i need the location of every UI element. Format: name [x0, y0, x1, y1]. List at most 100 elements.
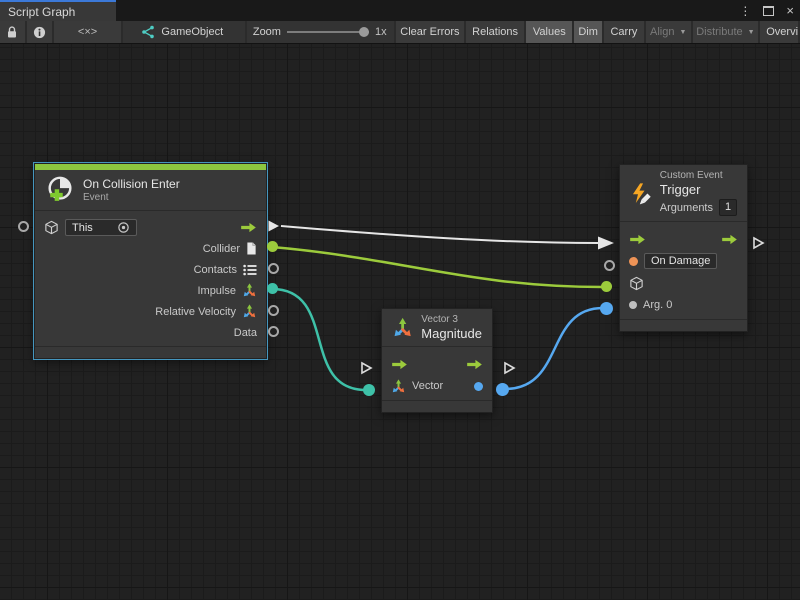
impulse-output-port[interactable] — [267, 283, 278, 294]
flow-row — [382, 353, 492, 375]
info-icon — [33, 26, 46, 39]
node-title: On Collision Enter — [83, 177, 180, 191]
close-icon[interactable]: × — [786, 4, 794, 17]
overview-label: Overvi — [766, 26, 798, 38]
flow-output-arrow-icon — [240, 222, 257, 233]
node-magnitude[interactable]: Vector 3 Magnitude Vector — [381, 308, 493, 413]
zoom-value: 1x — [375, 26, 387, 38]
wire-collider-to-target — [272, 247, 603, 287]
vector-input-port-connected[interactable] — [363, 384, 375, 396]
relative-velocity-output-port[interactable] — [268, 305, 279, 316]
magnitude-flow-output-port[interactable] — [503, 361, 516, 375]
tab-script-graph[interactable]: Script Graph — [0, 0, 116, 21]
event-name-input-port[interactable] — [604, 260, 615, 271]
event-name-value: On Damage — [651, 255, 710, 267]
flow-output-port-connected[interactable] — [267, 219, 280, 233]
collision-event-icon — [45, 175, 75, 205]
graph-target-button[interactable]: GameObject — [123, 21, 244, 43]
carry-toggle[interactable]: Carry — [604, 21, 644, 43]
trigger-flow-output-port[interactable] — [752, 236, 765, 250]
zoom-control: Zoom 1x — [247, 21, 394, 43]
event-name-row: On Damage — [620, 250, 747, 272]
target-object-field[interactable]: This — [65, 219, 137, 236]
node-body: Vector — [382, 347, 492, 400]
arg0-input-port-connected[interactable] — [600, 302, 613, 315]
arg0-row: Arg. 0 — [620, 294, 747, 316]
edit-code-button[interactable]: <×> — [54, 21, 122, 43]
port-label: Relative Velocity — [155, 306, 236, 318]
arguments-label: Arguments — [660, 202, 713, 214]
collider-output-port[interactable] — [267, 241, 278, 252]
flow-output-arrow-icon — [466, 359, 483, 370]
document-icon — [246, 242, 257, 255]
node-footer — [382, 400, 492, 412]
vector-input-row: Vector — [382, 375, 492, 397]
magnitude-output-port-connected[interactable] — [496, 383, 509, 396]
node-header: Custom Event Trigger Arguments 1 — [620, 165, 747, 222]
info-button[interactable] — [27, 21, 52, 43]
vector3-icon — [242, 304, 257, 319]
values-toggle[interactable]: Values — [526, 21, 572, 43]
output-row-collider: Collider — [35, 238, 266, 259]
relations-button[interactable]: Relations — [466, 21, 525, 43]
output-row-impulse: Impulse — [35, 280, 266, 301]
node-header: On Collision Enter Event — [35, 170, 266, 211]
gameobject-graph-icon — [141, 25, 155, 39]
event-target-input-port-connected[interactable] — [601, 281, 612, 292]
node-footer — [35, 346, 266, 358]
flow-output-arrow-icon — [721, 234, 738, 245]
flow-input-arrow-icon — [391, 359, 408, 370]
window-controls: ⋮ × — [739, 0, 794, 21]
output-row-contacts: Contacts — [35, 259, 266, 280]
zoom-slider-track — [287, 31, 369, 33]
maximize-icon[interactable] — [763, 6, 774, 16]
node-body: This Collider Contacts Impulse — [35, 211, 266, 346]
wire-magnitude-to-arg0 — [505, 308, 603, 389]
target-object-value: This — [72, 222, 93, 234]
dim-label: Dim — [578, 26, 598, 38]
zoom-slider[interactable] — [287, 21, 369, 43]
distribute-label: Distribute — [696, 26, 742, 38]
contacts-output-port[interactable] — [268, 263, 279, 274]
port-label: Arg. 0 — [643, 299, 672, 311]
event-name-field[interactable]: On Damage — [644, 253, 717, 269]
chevron-down-icon: ▼ — [748, 29, 755, 36]
node-on-collision-enter[interactable]: On Collision Enter Event This Collider — [34, 163, 267, 359]
zoom-slider-knob[interactable] — [359, 27, 369, 37]
dim-toggle[interactable]: Dim — [574, 21, 602, 43]
align-label: Align — [650, 26, 674, 38]
flow-input-arrow-icon — [629, 234, 646, 245]
align-dropdown[interactable]: Align ▼ — [646, 21, 691, 43]
window-menu-icon[interactable]: ⋮ — [739, 5, 751, 17]
graph-toolbar: <×> GameObject Zoom 1x Clear Errors Rela… — [0, 21, 800, 44]
wire-flow-arrowhead — [598, 237, 614, 250]
node-custom-event-trigger[interactable]: Custom Event Trigger Arguments 1 On Dama… — [619, 164, 748, 332]
magnitude-flow-input-port[interactable] — [360, 361, 373, 375]
this-input-port[interactable] — [18, 221, 29, 232]
wire-flow — [281, 226, 598, 243]
code-icon: <×> — [78, 26, 97, 38]
clear-errors-button[interactable]: Clear Errors — [396, 21, 464, 43]
lock-button[interactable] — [0, 21, 25, 43]
distribute-dropdown[interactable]: Distribute ▼ — [693, 21, 759, 43]
port-label: Contacts — [194, 264, 237, 276]
vector3-icon — [391, 379, 406, 394]
data-output-port[interactable] — [268, 326, 279, 337]
target-row — [620, 272, 747, 294]
object-picker-icon[interactable] — [117, 221, 130, 234]
node-body: On Damage Arg. 0 — [620, 222, 747, 319]
vector3-icon — [242, 283, 257, 298]
output-row-relative-velocity: Relative Velocity — [35, 301, 266, 322]
overview-button[interactable]: Overvi — [760, 21, 798, 43]
graph-canvas[interactable]: On Collision Enter Event This Collider — [0, 44, 800, 600]
lock-icon — [6, 25, 18, 39]
node-header: Vector 3 Magnitude — [382, 309, 492, 347]
carry-label: Carry — [610, 26, 637, 38]
relations-label: Relations — [472, 26, 518, 38]
values-label: Values — [533, 26, 566, 38]
arg0-port[interactable] — [629, 301, 637, 309]
event-name-port[interactable] — [629, 257, 638, 266]
arguments-count-field[interactable]: 1 — [719, 199, 737, 216]
magnitude-output-port[interactable] — [474, 382, 483, 391]
vector3-icon — [392, 315, 413, 341]
